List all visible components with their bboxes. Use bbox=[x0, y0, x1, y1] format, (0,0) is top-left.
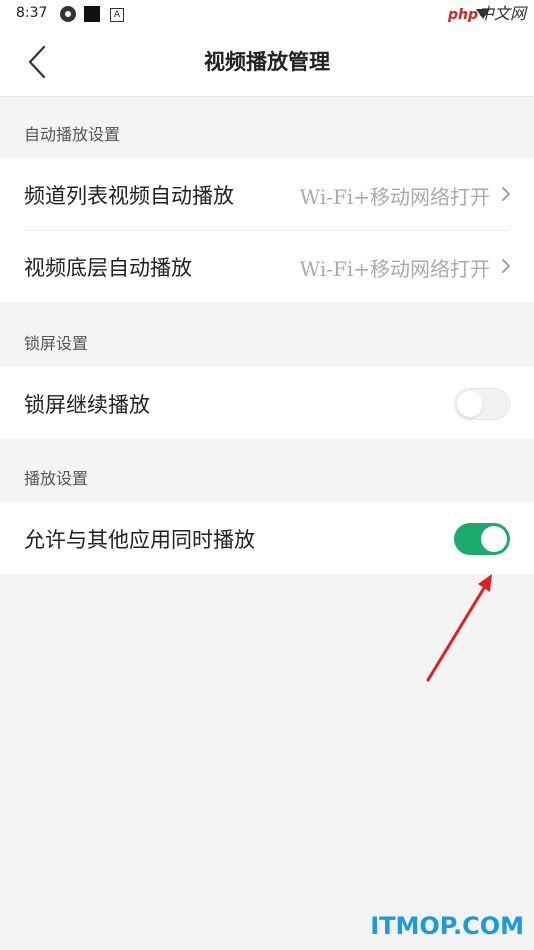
row-label: 锁屏继续播放 bbox=[24, 393, 150, 417]
setting-row-channel-autoplay[interactable]: 频道列表视频自动播放 Wi-Fi+移动网络打开 bbox=[0, 158, 534, 230]
watermark-php: php bbox=[447, 7, 478, 23]
aperture-icon bbox=[60, 6, 76, 22]
row-value: Wi-Fi+移动网络打开 bbox=[299, 257, 490, 281]
a-badge-icon: A bbox=[110, 8, 124, 22]
section-title-autoplay: 自动播放设置 bbox=[24, 125, 121, 144]
watermark-top: php中文网 bbox=[448, 0, 526, 24]
row-label: 频道列表视频自动播放 bbox=[24, 184, 234, 208]
row-value: Wi-Fi+移动网络打开 bbox=[299, 185, 490, 209]
status-time: 8:37 bbox=[16, 5, 48, 21]
page-title: 视频播放管理 bbox=[204, 50, 330, 74]
section-title-playback: 播放设置 bbox=[24, 469, 89, 488]
notification-square-icon bbox=[84, 6, 100, 22]
lockscreen-group: 锁屏继续播放 bbox=[0, 367, 534, 439]
setting-row-mix-with-others: 允许与其他应用同时播放 bbox=[0, 502, 534, 574]
annotation-arrow-icon bbox=[426, 574, 492, 682]
watermark-cn: 中文网 bbox=[477, 4, 526, 23]
chevron-right-icon bbox=[502, 187, 510, 201]
mix-with-others-toggle[interactable] bbox=[454, 523, 510, 555]
row-label: 允许与其他应用同时播放 bbox=[24, 528, 255, 552]
lockscreen-play-toggle[interactable] bbox=[454, 388, 510, 420]
toggle-knob bbox=[481, 526, 507, 552]
setting-row-lockscreen-play: 锁屏继续播放 bbox=[0, 367, 534, 439]
header-bar: 视频播放管理 bbox=[0, 28, 534, 97]
section-title-lockscreen: 锁屏设置 bbox=[24, 334, 89, 353]
status-bar: 8:37 A php中文网 bbox=[0, 0, 534, 28]
setting-row-bottom-autoplay[interactable]: 视频底层自动播放 Wi-Fi+移动网络打开 bbox=[0, 230, 534, 302]
row-label: 视频底层自动播放 bbox=[24, 256, 192, 280]
watermark-bottom: ITMOP.COM bbox=[370, 912, 524, 940]
chevron-right-icon bbox=[502, 259, 510, 273]
toggle-knob bbox=[457, 391, 483, 417]
autoplay-group: 频道列表视频自动播放 Wi-Fi+移动网络打开 视频底层自动播放 Wi-Fi+移… bbox=[0, 158, 534, 302]
playback-group: 允许与其他应用同时播放 bbox=[0, 502, 534, 574]
